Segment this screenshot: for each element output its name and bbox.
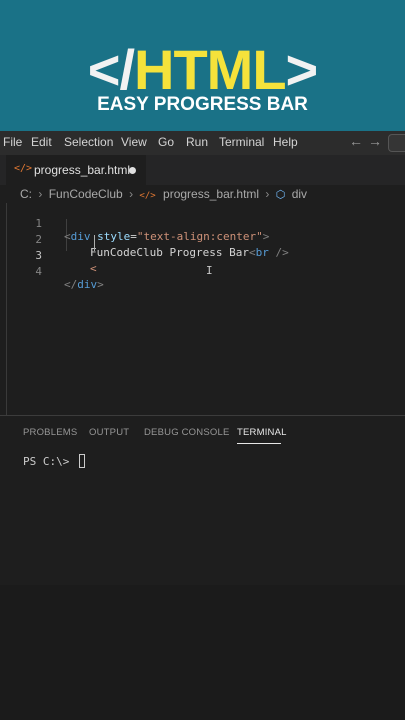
back-arrow-icon[interactable]: ← <box>349 133 363 149</box>
tag-name: div <box>77 278 98 291</box>
tab-progress-bar-html[interactable]: </> progress_bar.html <box>6 155 146 185</box>
breadcrumb: C: › FunCodeClub › </> progress_bar.html… <box>20 187 307 203</box>
mouse-ibeam-icon: I <box>206 264 213 277</box>
terminal-prompt-line[interactable]: PS C:\> <box>23 454 85 468</box>
html-file-icon: </> <box>139 191 156 201</box>
video-banner: </HTML> EASY PROGRESS BAR <box>0 0 405 131</box>
breadcrumb-drive[interactable]: C: <box>20 187 32 201</box>
tab-debug-console[interactable]: DEBUG CONSOLE <box>144 427 229 438</box>
text-cursor <box>94 235 95 251</box>
banner-close-bracket: > <box>285 38 319 101</box>
tab-problems[interactable]: PROBLEMS <box>23 427 77 438</box>
line-number: 4 <box>35 265 42 278</box>
banner-title: </HTML> <box>0 38 405 102</box>
banner-open-bracket: </ <box>87 38 135 101</box>
breadcrumb-file[interactable]: progress_bar.html <box>163 187 259 201</box>
banner-subtitle: EASY PROGRESS BAR <box>97 94 308 115</box>
terminal-prompt: PS C:\> <box>23 455 76 468</box>
html-file-icon: </> <box>14 163 33 174</box>
code-line-1: 1 <div style="text-align:center"> <box>0 204 405 243</box>
breadcrumb-separator-icon: › <box>129 187 134 201</box>
empty-area <box>0 585 405 720</box>
active-tab-indicator <box>237 443 281 444</box>
forward-arrow-icon[interactable]: → <box>368 133 382 149</box>
terminal-cursor <box>78 454 85 468</box>
breadcrumb-separator-icon: › <box>265 187 270 201</box>
tab-output[interactable]: OUTPUT <box>89 427 129 438</box>
code-text: </div> <box>64 278 104 291</box>
menu-go[interactable]: Go <box>158 135 174 149</box>
breadcrumb-folder[interactable]: FunCodeClub <box>49 187 123 201</box>
banner-highlight: HTML <box>134 38 287 101</box>
tab-terminal[interactable]: TERMINAL <box>237 427 287 438</box>
element-cube-icon: ⬡ <box>275 189 286 201</box>
menu-terminal[interactable]: Terminal <box>219 135 264 149</box>
tag-bracket: > <box>97 278 104 291</box>
breadcrumb-element[interactable]: div <box>292 187 307 201</box>
unsaved-dot-icon[interactable] <box>129 167 136 174</box>
menu-help[interactable]: Help <box>273 135 298 149</box>
menu-file[interactable]: File <box>3 135 22 149</box>
command-center-box[interactable] <box>388 134 405 152</box>
breadcrumb-separator-icon: › <box>38 187 43 201</box>
menu-selection[interactable]: Selection <box>64 135 113 149</box>
code-editor[interactable]: 1 <div style="text-align:center"> 2 FunC… <box>0 203 405 583</box>
code-line-3: 3 < <box>0 236 405 275</box>
tag-bracket: </ <box>64 278 78 291</box>
tab-label: progress_bar.html <box>34 163 131 177</box>
menu-bar: File Edit Selection View Go Run Terminal… <box>0 131 405 155</box>
editor-tab-strip: </> progress_bar.html <box>0 155 405 185</box>
code-line-2: 2 FunCodeClub Progress Bar<br /> <box>0 220 405 259</box>
menu-edit[interactable]: Edit <box>31 135 52 149</box>
menu-run[interactable]: Run <box>186 135 208 149</box>
menu-view[interactable]: View <box>121 135 147 149</box>
bottom-panel: PROBLEMS OUTPUT DEBUG CONSOLE TERMINAL P… <box>0 415 405 585</box>
code-line-4: 4 </div> <box>0 252 405 291</box>
